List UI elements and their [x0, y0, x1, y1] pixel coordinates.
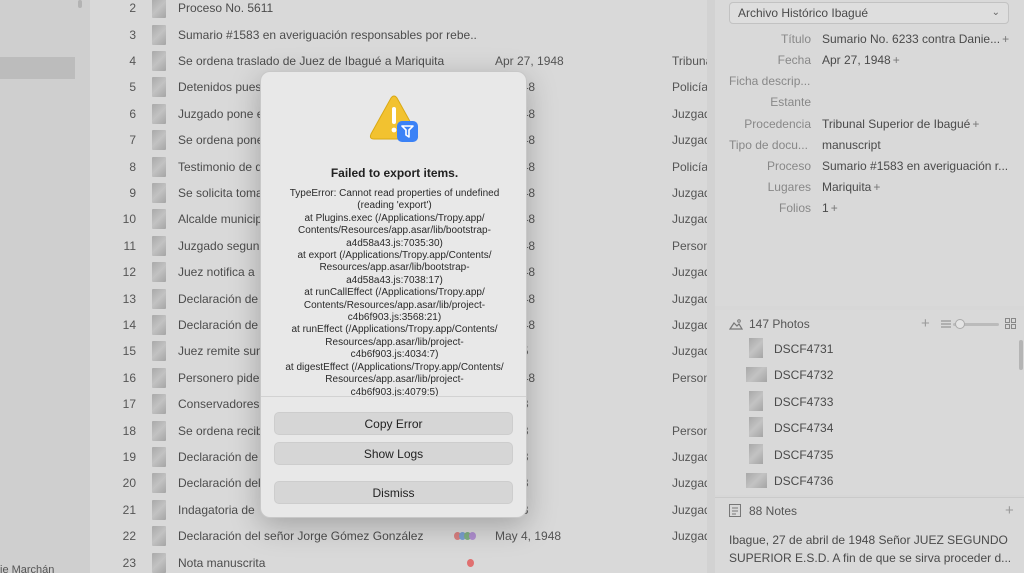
error-line: (reading 'export') [357, 200, 432, 212]
error-line: at Plugins.exec (/Applications/Tropy.app… [304, 212, 485, 224]
error-line: at runCallEffect (/Applications/Tropy.ap… [304, 287, 485, 299]
copy-error-button[interactable]: Copy Error [274, 412, 513, 435]
warning-icon [369, 95, 419, 142]
error-line: Resources/app.asar/lib/bootstrap- [319, 262, 470, 274]
error-line: at export (/Applications/Tropy.app/Conte… [297, 250, 492, 262]
error-line: at digestEffect (/Applications/Tropy.app… [285, 361, 504, 373]
error-dialog: Failed to export items. TypeError: Canno… [260, 71, 527, 518]
error-line: at runEffect (/Applications/Tropy.app/Co… [291, 324, 498, 336]
error-line: c4b6f903.js:4079:5) [350, 386, 439, 397]
error-line: Contents/Resources/app.asar/lib/project- [303, 299, 486, 311]
error-line: a4d58a43.js:7038:17) [346, 274, 443, 286]
error-line: a4d58a43.js:7035:30) [346, 237, 443, 249]
error-line: Resources/app.asar/lib/project- [325, 374, 464, 386]
error-details: TypeError: Cannot read properties of und… [271, 188, 518, 396]
dialog-separator [261, 396, 526, 397]
dismiss-button[interactable]: Dismiss [274, 481, 513, 504]
error-line: Contents/Resources/app.asar/lib/bootstra… [298, 225, 491, 237]
show-logs-button[interactable]: Show Logs [274, 442, 513, 465]
error-line: Resources/app.asar/lib/project- [325, 336, 464, 348]
error-line: TypeError: Cannot read properties of und… [289, 188, 500, 199]
error-line: c4b6f903.js:4034:7) [350, 349, 439, 361]
dialog-title: Failed to export items. [330, 166, 459, 180]
error-line: c4b6f903.js:3568:21) [347, 312, 442, 324]
